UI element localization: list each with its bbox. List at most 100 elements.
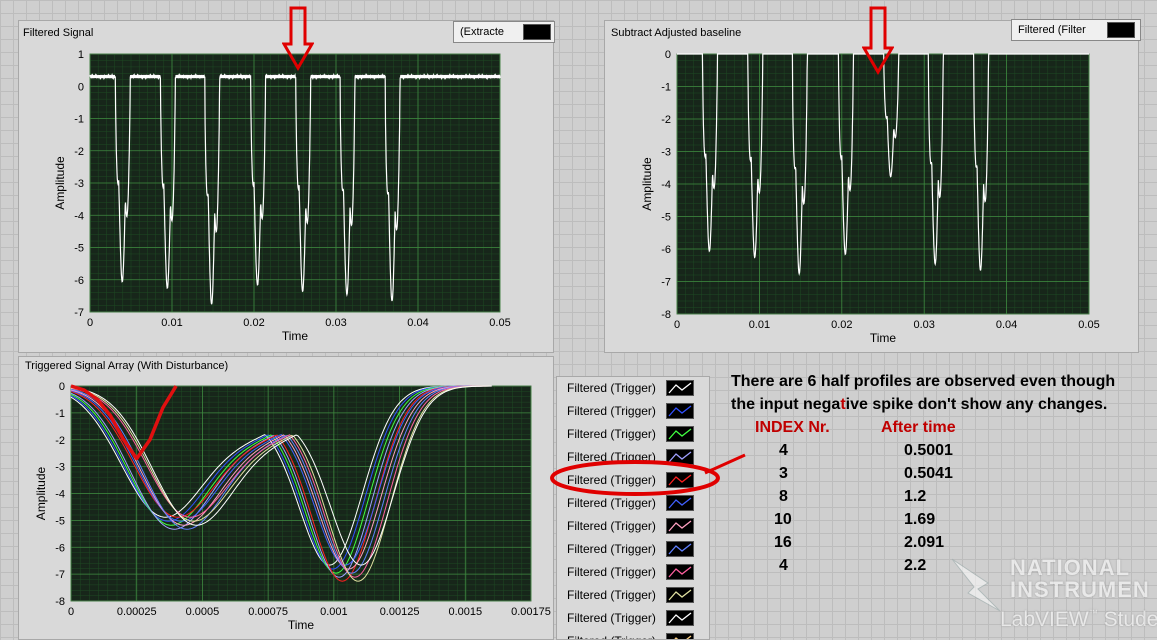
legend-item-label: Filtered (Trigger) bbox=[567, 611, 656, 625]
annotation-line-2a: the input nega bbox=[731, 396, 841, 413]
x-tick-label: 0.02 bbox=[243, 317, 264, 329]
triggered-array-title: Triggered Signal Array (With Disturbance… bbox=[25, 360, 229, 372]
time-value: 2.091 bbox=[904, 534, 945, 551]
x-tick-label: 0.001 bbox=[320, 606, 348, 618]
legend-item-label: Filtered (Trigger) bbox=[567, 634, 663, 639]
legend-item-swatch bbox=[666, 633, 694, 639]
filtered-signal-legend-label: (Extracte bbox=[460, 26, 505, 38]
y-tick-label: -7 bbox=[661, 277, 671, 289]
filtered-signal-chart[interactable]: 10-1-2-3-4-5-6-70 0.01 0.02 0.03 0.04 0.05Tim… bbox=[18, 44, 554, 353]
legend-item[interactable]: Filtered (Trigger) bbox=[567, 540, 694, 558]
index-value: 10 bbox=[774, 511, 792, 528]
index-value: 4 bbox=[779, 442, 788, 459]
ni-labview-text: LabVIEW bbox=[1000, 608, 1089, 631]
ni-student-text: Studen bbox=[1103, 608, 1157, 631]
annotation-line-2c: ive spike don't show any changes. bbox=[845, 396, 1108, 413]
y-tick-label: -6 bbox=[661, 244, 671, 256]
index-value: 8 bbox=[779, 488, 788, 505]
legend-item[interactable]: Filtered (Trigger) bbox=[567, 632, 694, 639]
y-tick-label: -1 bbox=[55, 408, 65, 420]
legend-item-swatch bbox=[666, 564, 694, 580]
x-tick-label: 0.02 bbox=[831, 319, 852, 331]
x-tick-label: 0.04 bbox=[407, 317, 428, 329]
legend-item[interactable]: Filtered (Trigger) bbox=[567, 609, 694, 627]
y-tick-label: -7 bbox=[74, 307, 84, 319]
y-tick-label: -8 bbox=[55, 596, 65, 608]
time-value: 1.2 bbox=[904, 488, 927, 505]
time-value: 0.5001 bbox=[904, 442, 953, 459]
legend-item-label: Filtered (Trigger) bbox=[567, 404, 656, 418]
y-tick-label: -6 bbox=[55, 542, 65, 554]
annotation-line-2: the input negative spike don't show any … bbox=[731, 396, 1107, 414]
x-tick-label: 0.05 bbox=[489, 317, 510, 329]
annotation-line-1: There are 6 half profiles are observed e… bbox=[731, 373, 1116, 390]
y-tick-label: -4 bbox=[74, 210, 84, 222]
legend-item-label: Filtered (Trigger) bbox=[567, 565, 656, 579]
index-value: 16 bbox=[774, 534, 792, 551]
x-tick-label: 0.00025 bbox=[117, 606, 157, 618]
red-arrow-1-icon bbox=[282, 6, 314, 71]
y-tick-label: -8 bbox=[661, 309, 671, 321]
triggered-array-chart[interactable]: 0-1-2-3-4-5-6-7-80 0.00025 0.0005 0.00075 0.… bbox=[18, 374, 554, 640]
legend-item[interactable]: Filtered (Trigger) bbox=[567, 586, 694, 604]
y-tick-label: -4 bbox=[55, 489, 65, 501]
y-tick-label: -5 bbox=[55, 515, 65, 527]
legend-item-swatch bbox=[666, 587, 694, 603]
y-tick-label: -2 bbox=[55, 435, 65, 447]
x-axis-label: Time bbox=[870, 331, 897, 345]
x-axis-label: Time bbox=[288, 618, 315, 632]
x-tick-label: 0.04 bbox=[996, 319, 1017, 331]
time-value: 1.69 bbox=[904, 511, 936, 528]
x-tick-label: 0 bbox=[87, 317, 93, 329]
subtract-baseline-legend[interactable]: Filtered (Filter bbox=[1011, 19, 1141, 41]
y-tick-label: -6 bbox=[74, 275, 84, 287]
y-axis-label: Amplitude bbox=[53, 156, 67, 210]
x-tick-label: 0.0005 bbox=[186, 606, 220, 618]
highlight-arrow-line bbox=[704, 453, 746, 475]
legend-item[interactable]: Filtered (Trigger) bbox=[567, 402, 694, 420]
y-tick-label: 0 bbox=[78, 81, 84, 93]
index-value: 4 bbox=[779, 557, 788, 574]
x-tick-label: 0.05 bbox=[1078, 319, 1099, 331]
filtered-signal-title: Filtered Signal bbox=[23, 27, 94, 39]
legend-item[interactable]: Filtered (Trigger) bbox=[567, 379, 694, 397]
x-tick-label: 0.00125 bbox=[380, 606, 420, 618]
y-tick-label: -3 bbox=[74, 178, 84, 190]
y-tick-label: -2 bbox=[74, 146, 84, 158]
legend-item-label: Filtered (Trigger) bbox=[567, 542, 656, 556]
legend-item-label: Filtered (Trigger) bbox=[567, 381, 656, 395]
legend-item-swatch bbox=[666, 403, 694, 419]
y-tick-label: -5 bbox=[661, 212, 671, 224]
x-axis-label: Time bbox=[282, 329, 309, 343]
x-tick-label: 0.00175 bbox=[511, 606, 551, 618]
y-tick-label: 1 bbox=[78, 49, 84, 61]
legend-item-swatch bbox=[666, 541, 694, 557]
subtract-baseline-legend-swatch bbox=[1107, 22, 1135, 38]
legend-item-swatch bbox=[666, 518, 694, 534]
time-value: 0.5041 bbox=[904, 465, 953, 482]
index-value: 3 bbox=[779, 465, 788, 482]
legend-item-swatch bbox=[666, 380, 694, 396]
x-tick-label: 0.0015 bbox=[448, 606, 482, 618]
x-tick-label: 0.03 bbox=[325, 317, 346, 329]
y-tick-label: -2 bbox=[661, 114, 671, 126]
x-tick-label: 0.01 bbox=[749, 319, 770, 331]
y-tick-label: -5 bbox=[74, 243, 84, 255]
highlight-annotation bbox=[550, 453, 746, 496]
y-tick-label: -3 bbox=[55, 462, 65, 474]
subtract-baseline-chart[interactable]: 0-1-2-3-4-5-6-7-80 0.01 0.02 0.03 0.04 0.05Ti… bbox=[604, 44, 1139, 353]
y-tick-label: 0 bbox=[665, 49, 671, 61]
subtract-baseline-legend-label: Filtered (Filter bbox=[1018, 24, 1086, 36]
legend-item-label: Filtered (Trigger) bbox=[567, 519, 656, 533]
y-axis-label: Amplitude bbox=[640, 157, 654, 211]
y-tick-label: -4 bbox=[661, 179, 671, 191]
filtered-signal-legend[interactable]: (Extracte bbox=[453, 21, 555, 43]
national-instruments-watermark: NATIONAL INSTRUMEN LabVIEW™ Studen bbox=[948, 555, 1157, 640]
ni-brand-line-2: INSTRUMEN bbox=[1010, 577, 1150, 602]
x-tick-label: 0 bbox=[674, 319, 680, 331]
legend-item[interactable]: Filtered (Trigger) bbox=[567, 563, 694, 581]
index-column-header: INDEX Nr. bbox=[755, 419, 830, 436]
x-tick-label: 0.00075 bbox=[248, 606, 288, 618]
legend-item-label: Filtered (Trigger) bbox=[567, 427, 656, 441]
ni-labview-line: LabVIEW™ Studen bbox=[1000, 608, 1157, 632]
